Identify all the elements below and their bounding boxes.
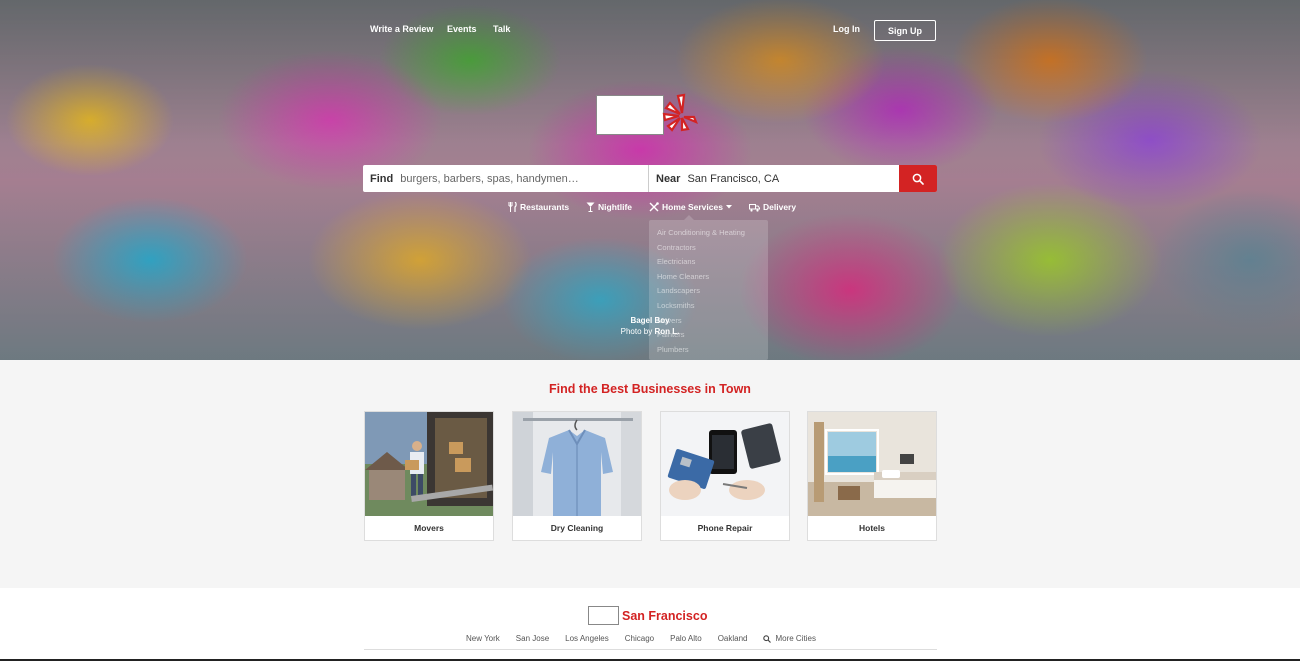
card-label: Movers	[414, 523, 444, 533]
find-label: Find	[370, 172, 394, 185]
photo-author-link[interactable]: Ron L.	[654, 327, 679, 336]
category-nightlife[interactable]: Nightlife	[586, 202, 632, 212]
card-dry-cleaning[interactable]: Dry Cleaning	[512, 411, 642, 541]
card-phone-repair[interactable]: Phone Repair	[660, 411, 790, 541]
near-input[interactable]	[687, 172, 899, 185]
more-cities-label: More Cities	[775, 634, 816, 643]
dropdown-item-electricians[interactable]: Electricians	[657, 255, 760, 270]
card-movers[interactable]: Movers	[364, 411, 494, 541]
home-services-dropdown: Air Conditioning & Heating Contractors E…	[649, 220, 768, 360]
find-input[interactable]	[400, 172, 621, 185]
events-link[interactable]: Events	[447, 24, 477, 34]
city-link-chicago[interactable]: Chicago	[625, 634, 654, 643]
category-label: Restaurants	[520, 202, 570, 212]
yelp-logo[interactable]	[596, 92, 702, 140]
delivery-truck-icon	[749, 203, 760, 212]
city-heading: San Francisco	[588, 606, 707, 625]
dropdown-item-air-conditioning[interactable]: Air Conditioning & Heating	[657, 226, 760, 241]
logo-image-placeholder	[596, 95, 664, 135]
dropdown-item-locksmiths[interactable]: Locksmiths	[657, 299, 760, 314]
card-label: Dry Cleaning	[550, 523, 604, 533]
top-nav: Write a Review Events Talk Log In Sign U…	[0, 20, 1300, 42]
write-review-link[interactable]: Write a Review	[370, 24, 433, 34]
city-link-palo-alto[interactable]: Palo Alto	[670, 634, 702, 643]
search-icon	[763, 634, 772, 643]
card-label: Hotels	[859, 523, 885, 533]
dropdown-item-plumbers[interactable]: Plumbers	[657, 343, 760, 358]
search-icon	[912, 173, 924, 185]
city-link-oakland[interactable]: Oakland	[718, 634, 748, 643]
tools-icon	[649, 202, 659, 212]
city-links: New York San Jose Los Angeles Chicago Pa…	[466, 634, 832, 643]
hero-banner: Write a Review Events Talk Log In Sign U…	[0, 0, 1300, 360]
utensils-icon	[508, 202, 517, 212]
near-field[interactable]: Near	[649, 165, 899, 192]
dropdown-item-contractors[interactable]: Contractors	[657, 241, 760, 256]
dry-cleaning-image	[513, 412, 641, 516]
category-delivery[interactable]: Delivery	[749, 202, 796, 212]
category-label: Nightlife	[598, 202, 632, 212]
best-businesses-section: Find the Best Businesses in Town Movers …	[0, 360, 1300, 588]
city-link-san-jose[interactable]: San Jose	[516, 634, 549, 643]
category-label: Delivery	[763, 202, 797, 212]
card-hotels[interactable]: Hotels	[807, 411, 937, 541]
photo-business-link[interactable]: Bagel Boy	[600, 315, 700, 326]
city-link-new-york[interactable]: New York	[466, 634, 500, 643]
hotels-image	[808, 412, 936, 516]
caret-down-icon	[725, 205, 732, 209]
cocktail-icon	[586, 202, 595, 212]
city-icon-placeholder	[588, 606, 619, 625]
city-link-los-angeles[interactable]: Los Angeles	[565, 634, 609, 643]
phone-repair-image	[661, 412, 789, 516]
dropdown-item-landscapers[interactable]: Landscapers	[657, 284, 760, 299]
category-label: Home Services	[662, 202, 723, 212]
divider	[364, 649, 937, 650]
login-link[interactable]: Log In	[833, 24, 860, 34]
dropdown-item-home-cleaners[interactable]: Home Cleaners	[657, 270, 760, 285]
near-label: Near	[656, 172, 681, 185]
signup-button[interactable]: Sign Up	[874, 20, 936, 41]
photo-credit: Bagel Boy Photo by Ron L.	[600, 315, 700, 337]
business-cards: Movers Dry Cleaning Phone Repair Hotels	[364, 411, 937, 541]
talk-link[interactable]: Talk	[493, 24, 510, 34]
more-cities-link[interactable]: More Cities	[763, 634, 816, 643]
yelp-burst-icon	[662, 93, 698, 132]
find-field[interactable]: Find	[363, 165, 649, 192]
category-nav: Restaurants Nightlife Home Services Deli…	[0, 202, 1300, 216]
category-home-services[interactable]: Home Services	[649, 202, 732, 212]
city-section: San Francisco New York San Jose Los Ange…	[0, 588, 1300, 661]
search-button[interactable]	[899, 165, 937, 192]
card-label: Phone Repair	[697, 523, 753, 533]
section-title: Find the Best Businesses in Town	[549, 382, 751, 396]
search-bar: Find Near	[363, 165, 937, 192]
photo-credit-prefix: Photo by	[620, 327, 653, 336]
movers-image	[365, 412, 493, 516]
category-restaurants[interactable]: Restaurants	[508, 202, 569, 212]
city-name: San Francisco	[622, 608, 708, 623]
